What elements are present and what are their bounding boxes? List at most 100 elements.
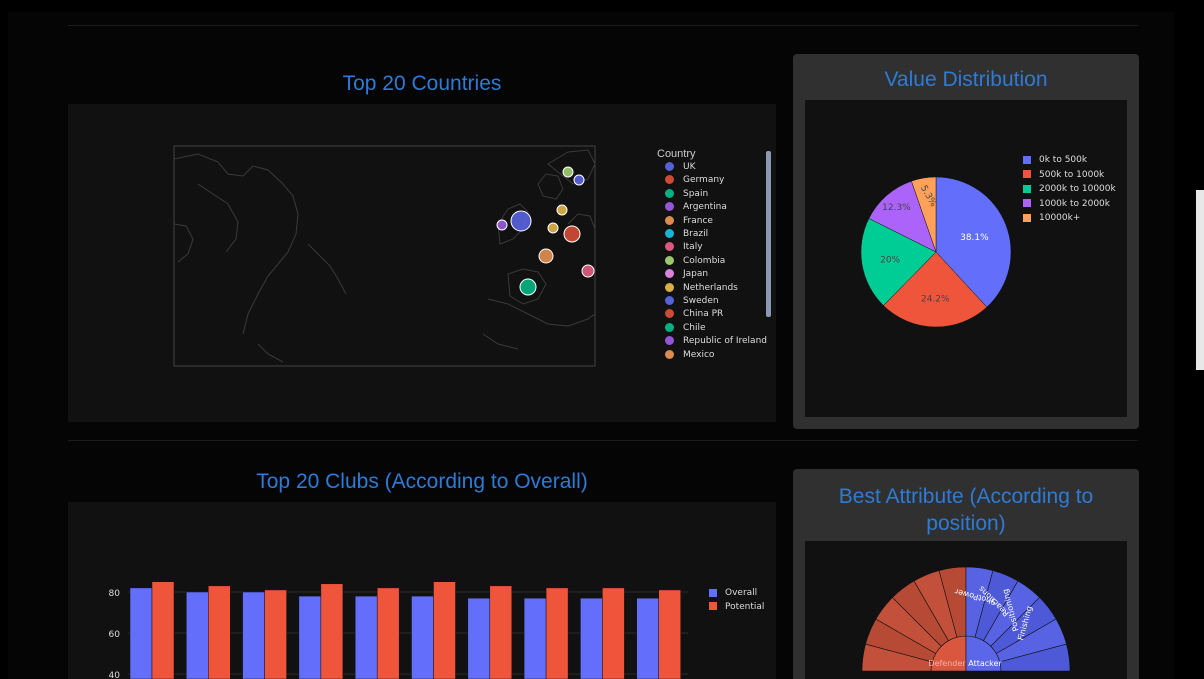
bar-overall[interactable]	[242, 591, 265, 679]
bubble-italy	[581, 264, 595, 278]
country-legend-item[interactable]: China PR	[665, 309, 723, 319]
country-legend-item[interactable]: Chile	[665, 322, 706, 333]
bar-potential[interactable]	[433, 581, 456, 679]
bar-overall[interactable]	[580, 597, 603, 679]
countries-legend-title: Country	[657, 148, 696, 160]
legend-marker	[1023, 155, 1031, 164]
sunburst-inner-label: Defender	[928, 659, 966, 668]
bubble-uk	[510, 210, 532, 232]
pie-value-label: 20%	[880, 256, 900, 266]
bar-potential[interactable]	[208, 585, 231, 679]
attr-chart-title: Best Attribute (According to position)	[838, 485, 1094, 535]
bubble-spain	[519, 278, 537, 296]
legend-marker	[665, 255, 674, 265]
country-legend-item[interactable]: Italy	[665, 242, 703, 252]
value-legend-item[interactable]: 2000k to 10000k	[1023, 184, 1116, 194]
country-legend-item[interactable]: Brazil	[665, 229, 708, 239]
page-scrollbar[interactable]	[1196, 190, 1204, 370]
legend-label: Germany	[683, 175, 725, 186]
bar-overall[interactable]	[298, 595, 322, 679]
country-legend-item[interactable]: Japan	[665, 269, 708, 279]
legend-label: Overall	[725, 588, 758, 598]
best-attribute-card: Best Attribute (According to position) D…	[793, 469, 1139, 679]
bubble-belgium	[556, 204, 568, 216]
bubble-netherlands	[547, 222, 559, 234]
legend-scrollbar[interactable]	[766, 151, 771, 317]
bar-overall[interactable]	[129, 587, 153, 679]
pie-value-label: 12.3%	[882, 203, 911, 213]
bubble-france	[538, 248, 554, 264]
legend-marker	[709, 588, 717, 597]
pie-value-label: 38.1%	[960, 233, 989, 243]
country-legend-item[interactable]: Netherlands	[665, 282, 738, 293]
country-bubbles	[496, 166, 595, 296]
y-tick-label: 40	[109, 671, 121, 679]
attr-sunburst-chart[interactable]: Defender AttackerShotPowerReactionsPositi…	[805, 541, 1127, 679]
legend-label: Sweden	[683, 296, 719, 306]
legend-label: 2000k to 10000k	[1039, 184, 1116, 195]
country-legend-item[interactable]: Spain	[665, 188, 709, 199]
bar-potential[interactable]	[658, 589, 681, 679]
bar-potential[interactable]	[602, 587, 625, 679]
bubble-sweden	[573, 174, 585, 186]
legend-marker	[665, 202, 674, 212]
legend-label: 0k to 500k	[1039, 155, 1088, 165]
legend-marker	[665, 229, 674, 238]
legend-label: Potential	[725, 601, 765, 612]
country-legend-item[interactable]: Colombia	[665, 255, 726, 266]
bar-potential[interactable]	[489, 585, 513, 679]
legend-label: Japan	[683, 269, 709, 280]
country-legend-item[interactable]: Sweden	[665, 296, 719, 306]
legend-label: Argentina	[683, 202, 727, 213]
value-legend-item[interactable]: 0k to 500k	[1023, 155, 1087, 165]
attr-chart-panel[interactable]: Defender Attacker ShotPower Reactions Positi…	[805, 541, 1127, 679]
value-legend-item[interactable]: 10000k+	[1023, 213, 1080, 223]
legend-label: Chile	[683, 322, 706, 333]
legend-marker	[665, 309, 674, 319]
country-legend-item[interactable]: Germany	[665, 175, 724, 185]
legend-label: 10000k+	[1039, 213, 1081, 224]
bubble-argentina	[496, 219, 508, 231]
bar-overall[interactable]	[636, 597, 659, 679]
bar-potential[interactable]	[376, 587, 400, 679]
bar-overall[interactable]	[186, 591, 209, 679]
country-legend-item[interactable]: France	[665, 215, 713, 226]
legend-label: Spain	[683, 188, 709, 199]
legend-label: Mexico	[683, 349, 715, 360]
sunburst-inner-label: Attacker	[968, 659, 1002, 668]
country-legend-item[interactable]: UK	[665, 162, 696, 172]
bar-potential[interactable]	[545, 587, 569, 679]
legend-label: Colombia	[683, 255, 726, 266]
bar-potential[interactable]	[320, 583, 344, 679]
value-legend-item[interactable]: 1000k to 2000k	[1023, 199, 1110, 209]
bar-overall[interactable]	[411, 595, 434, 679]
value-chart-panel[interactable]: 38.1% 24.2% 20% 12.3% 5.3% 0k to 500k 500k to…	[805, 100, 1127, 417]
legend-marker	[665, 322, 674, 332]
map-coastlines	[173, 149, 596, 363]
clubs-legend-item[interactable]: Overall	[709, 588, 757, 598]
legend-marker	[1023, 199, 1031, 208]
legend-marker	[709, 602, 717, 610]
y-tick-label: 60	[109, 630, 121, 640]
pie-value-label: 24.2%	[921, 294, 950, 304]
legend-marker	[665, 296, 674, 305]
bar-overall[interactable]	[523, 597, 547, 679]
clubs-legend-item[interactable]: Potential	[709, 602, 764, 612]
legend-marker	[665, 242, 674, 252]
bar-potential[interactable]	[264, 589, 287, 679]
bar-overall[interactable]	[467, 597, 491, 679]
value-pie-chart[interactable]: 38.1%24.2%20%12.3% 5.3%	[805, 100, 1127, 417]
country-legend-item[interactable]: Republic of Ireland	[665, 336, 767, 346]
clubs-chart-panel[interactable]: 40 60 80 Overall Potential	[68, 502, 776, 679]
legend-label: Republic of Ireland	[683, 336, 767, 347]
bar-potential[interactable]	[151, 581, 175, 679]
legend-label: UK	[683, 162, 696, 172]
legend-label: France	[683, 215, 713, 226]
country-legend-item[interactable]: Argentina	[665, 202, 727, 212]
bubble-germany	[563, 225, 581, 243]
bar-overall[interactable]	[354, 595, 378, 679]
clubs-bar-chart[interactable]: 40 60 80	[68, 502, 776, 679]
value-legend-item[interactable]: 500k to 1000k	[1023, 170, 1104, 180]
country-legend-item[interactable]: Mexico	[665, 349, 715, 360]
countries-map-panel[interactable]: Country UK Germany Spain Argentina France Bra…	[68, 104, 776, 422]
